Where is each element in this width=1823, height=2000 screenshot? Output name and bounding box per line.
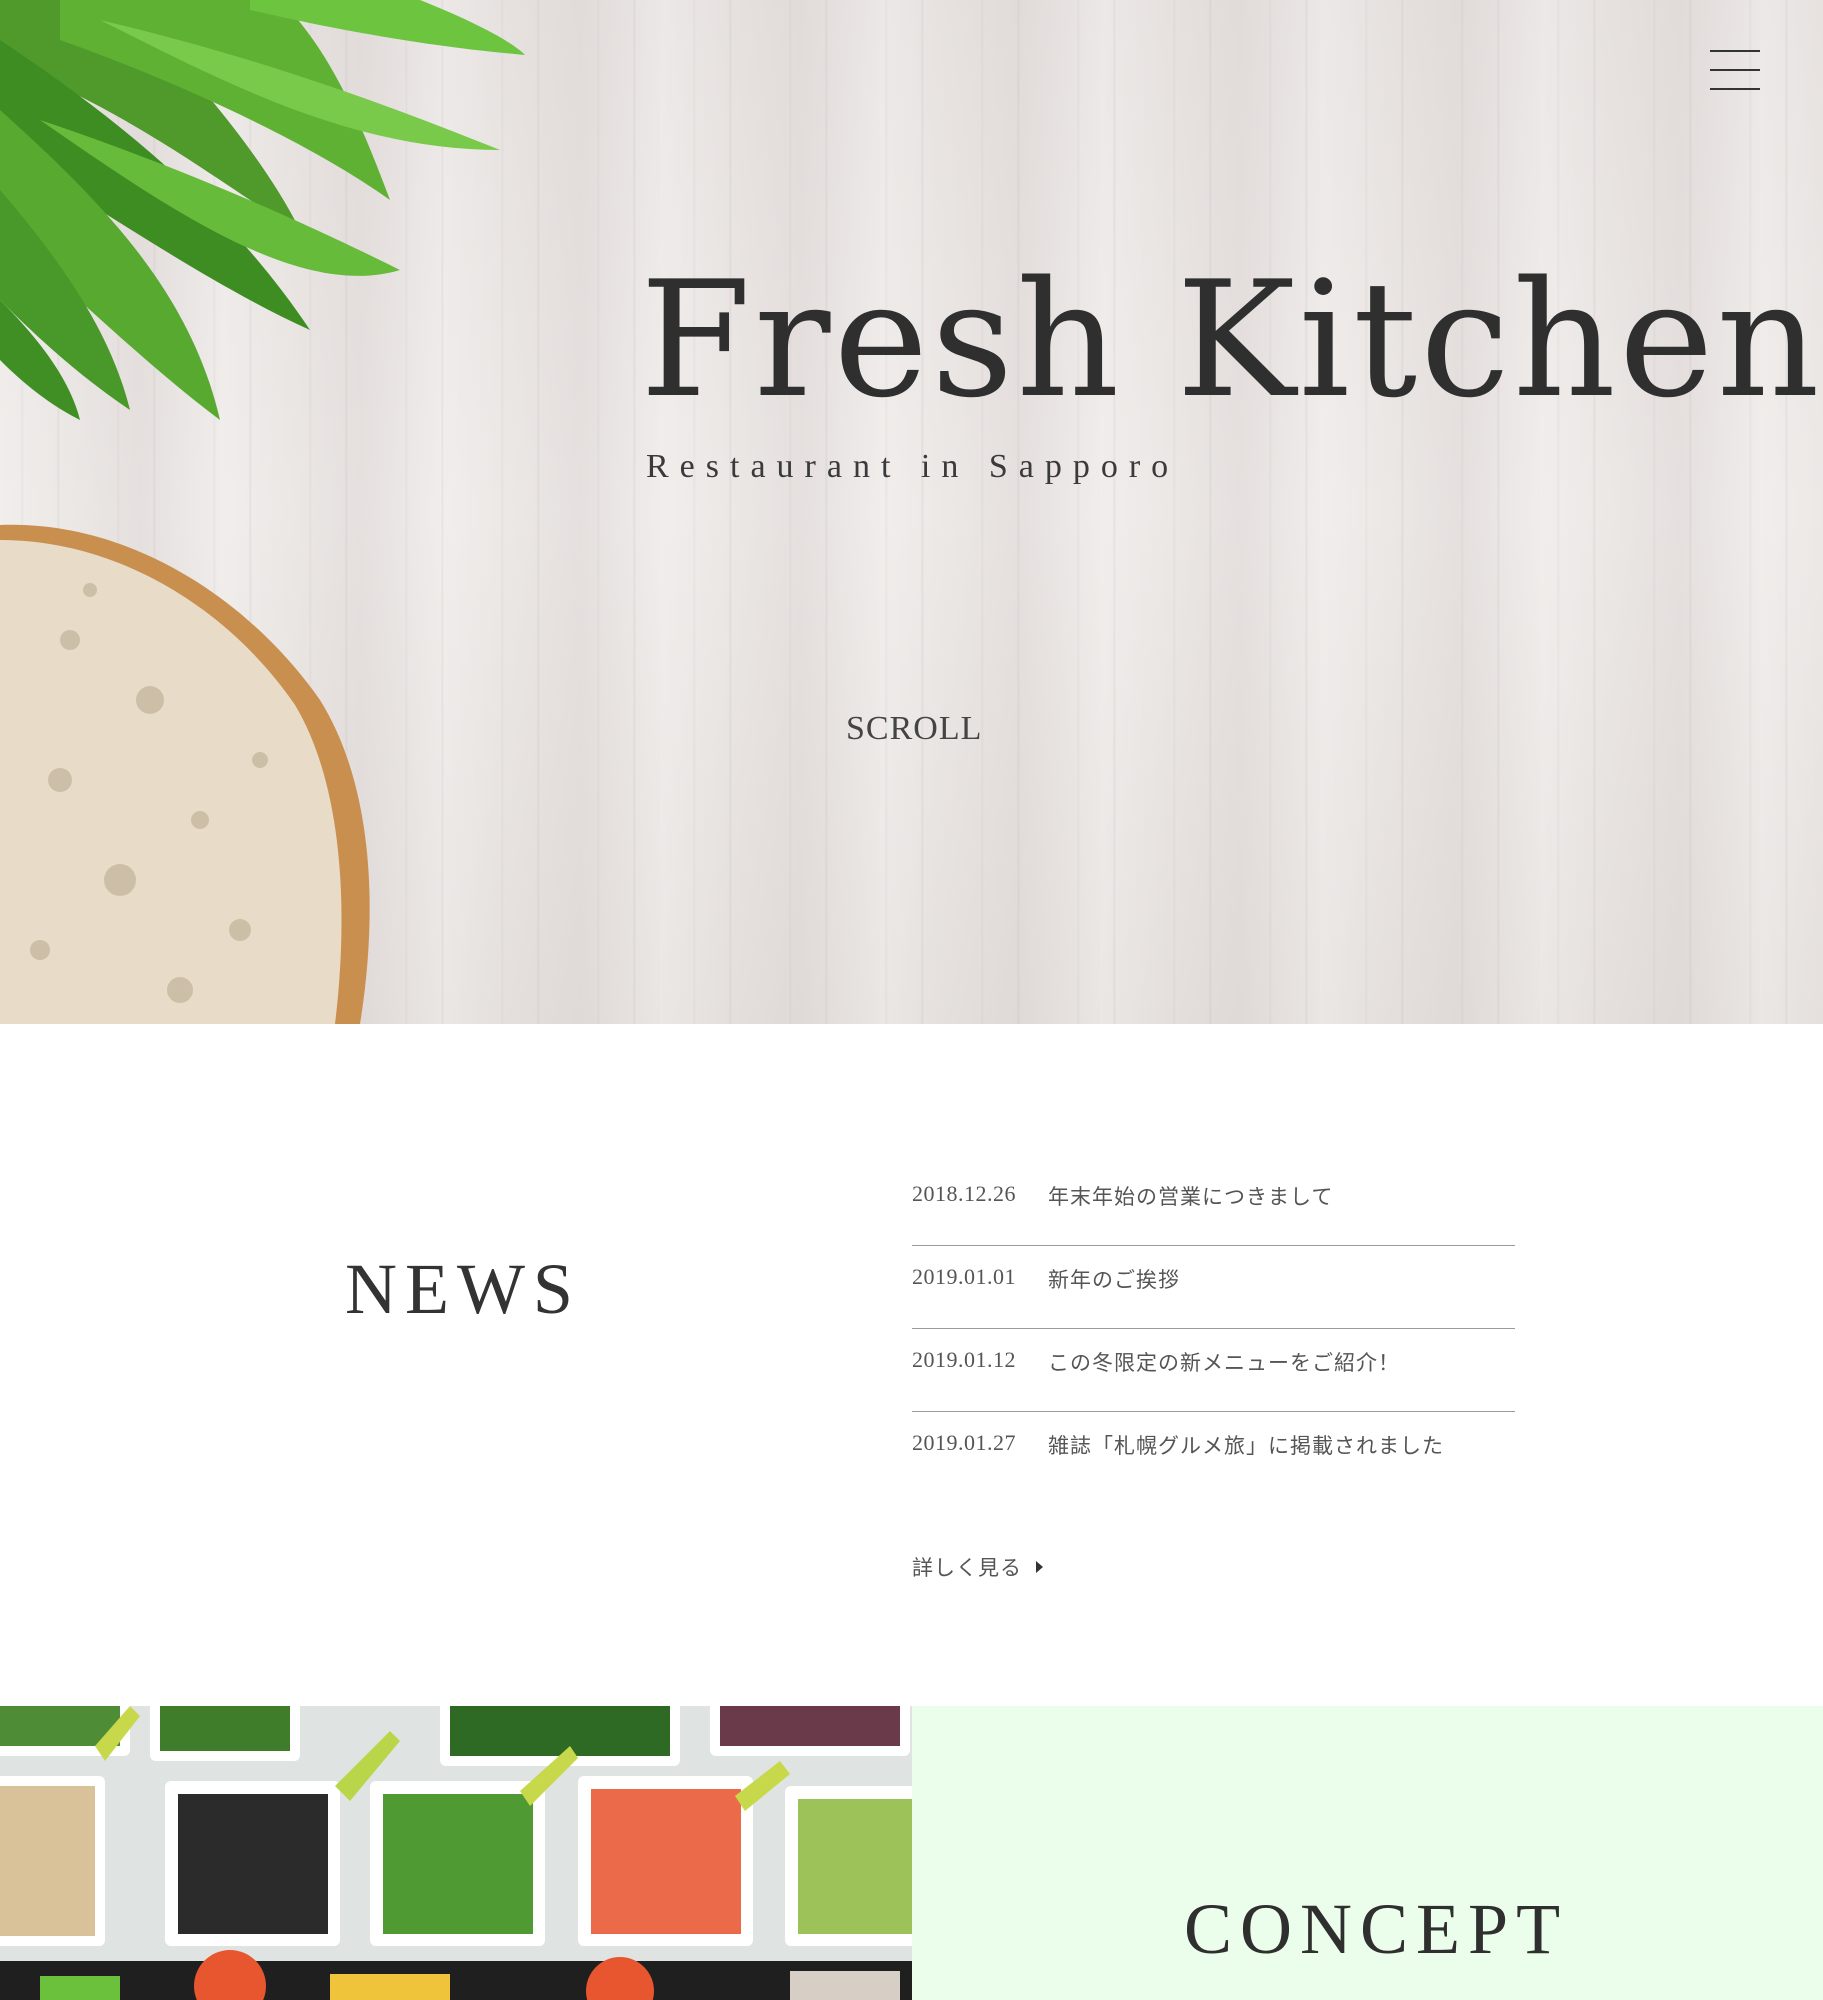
news-title: 雑誌「札幌グルメ旅」に掲載されました <box>1048 1434 1444 1458</box>
site-title: Fresh Kitchen <box>640 246 1823 433</box>
salad-bar-image <box>0 1706 912 2000</box>
menu-bar <box>1710 50 1760 52</box>
site-subtitle: Restaurant in Sapporo <box>646 448 1180 485</box>
news-more-link[interactable]: 詳しく見る <box>912 1552 1043 1582</box>
arrow-right-icon <box>1036 1561 1043 1573</box>
news-item[interactable]: 2018.12.26 年末年始の営業につきまして <box>912 1163 1515 1246</box>
news-date: 2019.01.01 <box>912 1264 1016 1289</box>
news-item[interactable]: 2019.01.27 雑誌「札幌グルメ旅」に掲載されました <box>912 1412 1515 1494</box>
concept-heading: CONCEPT <box>1184 1889 1569 1969</box>
news-title: 年末年始の営業につきまして <box>1048 1185 1334 1209</box>
hero-section: Fresh Kitchen Restaurant in Sapporo SCRO… <box>0 0 1823 1024</box>
bread-image <box>0 524 370 1024</box>
scroll-indicator[interactable]: SCROLL <box>846 710 982 748</box>
news-date: 2019.01.12 <box>912 1347 1016 1372</box>
hero-background-image <box>0 0 525 1024</box>
salad-bar-illustration <box>0 1706 912 2000</box>
news-more-label: 詳しく見る <box>912 1556 1022 1580</box>
news-item[interactable]: 2019.01.01 新年のご挨拶 <box>912 1246 1515 1329</box>
menu-bar <box>1710 88 1760 90</box>
news-title: 新年のご挨拶 <box>1048 1268 1180 1292</box>
news-heading: NEWS <box>345 1249 581 1329</box>
menu-bar <box>1710 69 1760 71</box>
news-date: 2018.12.26 <box>912 1181 1016 1206</box>
news-title: この冬限定の新メニューをご紹介！ <box>1048 1351 1400 1375</box>
leaves-image <box>0 0 525 420</box>
news-item[interactable]: 2019.01.12 この冬限定の新メニューをご紹介！ <box>912 1329 1515 1412</box>
news-list: 2018.12.26 年末年始の営業につきまして 2019.01.01 新年のご… <box>912 1163 1515 1494</box>
news-date: 2019.01.27 <box>912 1430 1016 1455</box>
hamburger-menu-icon[interactable] <box>1708 46 1762 94</box>
